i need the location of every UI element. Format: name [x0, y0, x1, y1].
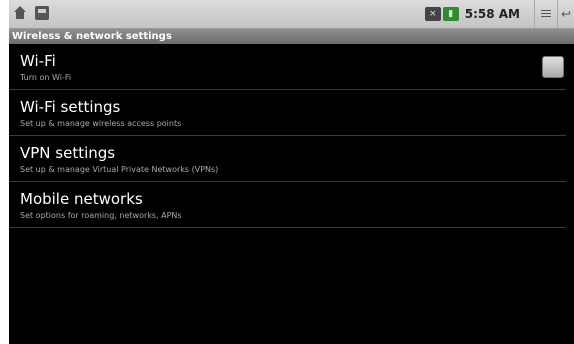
item-summary: Turn on Wi-Fi — [20, 73, 72, 82]
item-title: Wi-Fi settings — [20, 98, 121, 116]
sd-card-icon — [35, 6, 49, 20]
mute-icon: × — [424, 7, 441, 21]
settings-list: Wi-Fi Turn on Wi-Fi Wi-Fi settings Set u… — [9, 44, 574, 228]
item-summary: Set options for roaming, networks, APNs — [20, 211, 182, 220]
home-icon[interactable] — [13, 6, 27, 20]
wifi-settings-item[interactable]: Wi-Fi settings Set up & manage wireless … — [9, 90, 566, 136]
mobile-networks-item[interactable]: Mobile networks Set options for roaming,… — [9, 182, 566, 228]
item-title: Wi-Fi — [20, 52, 56, 70]
wifi-checkbox[interactable] — [542, 56, 564, 78]
item-title: Mobile networks — [20, 190, 143, 208]
menu-icon[interactable] — [534, 0, 557, 28]
section-header: Wireless & network settings — [9, 29, 574, 44]
battery-icon: ▮ — [442, 7, 459, 21]
status-bar: × ▮ 5:58 AM ↩ — [9, 0, 574, 29]
item-summary: Set up & manage Virtual Private Networks… — [20, 165, 219, 174]
item-title: VPN settings — [20, 144, 116, 162]
clock: 5:58 AM — [464, 7, 520, 21]
wifi-toggle-item[interactable]: Wi-Fi Turn on Wi-Fi — [9, 44, 566, 90]
vpn-settings-item[interactable]: VPN settings Set up & manage Virtual Pri… — [9, 136, 566, 182]
item-summary: Set up & manage wireless access points — [20, 119, 182, 128]
back-icon[interactable]: ↩ — [557, 0, 574, 28]
settings-screen: × ▮ 5:58 AM ↩ Wireless & network setting… — [9, 0, 574, 344]
